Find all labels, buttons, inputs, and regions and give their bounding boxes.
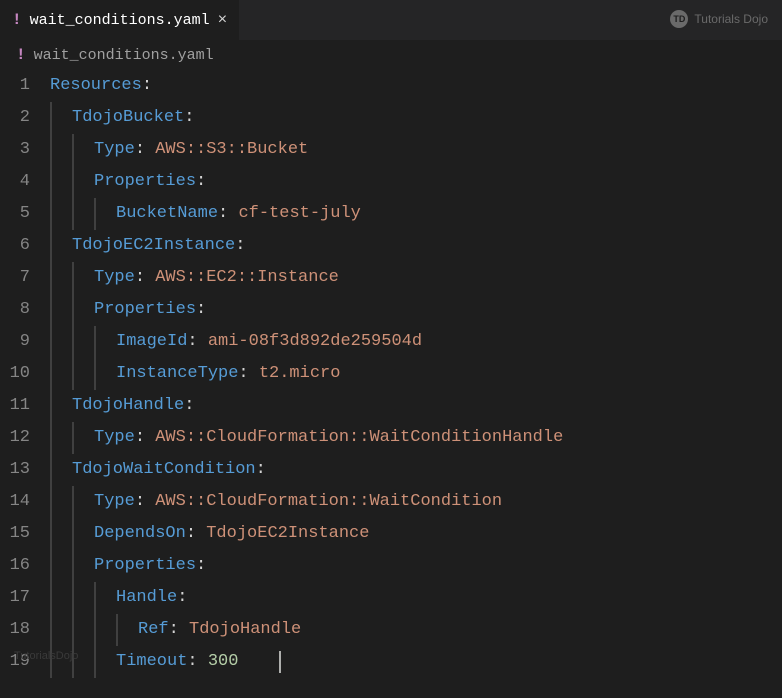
code-line: 13 TdojoWaitCondition: — [0, 454, 782, 486]
line-number: 13 — [0, 454, 50, 486]
line-number: 1 — [0, 70, 50, 102]
tab-active[interactable]: ! wait_conditions.yaml × — [0, 0, 239, 40]
line-number: 15 — [0, 518, 50, 550]
line-number: 6 — [0, 230, 50, 262]
line-number: 12 — [0, 422, 50, 454]
code-line: 19 Timeout: 300 — [0, 646, 782, 678]
watermark-bottom: TutorialsDojo — [14, 640, 78, 672]
line-number: 4 — [0, 166, 50, 198]
code-line: 18 Ref: TdojoHandle — [0, 614, 782, 646]
code-line: 6 TdojoEC2Instance: — [0, 230, 782, 262]
code-line: 3 Type: AWS::S3::Bucket — [0, 134, 782, 166]
close-icon[interactable]: × — [218, 11, 228, 29]
code-line: 15 DependsOn: TdojoEC2Instance — [0, 518, 782, 550]
watermark-text: Tutorials Dojo — [694, 12, 768, 26]
code-editor[interactable]: 1 Resources: 2 TdojoBucket: 3 Type: AWS:… — [0, 70, 782, 678]
line-number: 5 — [0, 198, 50, 230]
code-line: 8 Properties: — [0, 294, 782, 326]
code-line: 11 TdojoHandle: — [0, 390, 782, 422]
yaml-file-icon: ! — [12, 11, 22, 29]
line-number: 7 — [0, 262, 50, 294]
code-line: 7 Type: AWS::EC2::Instance — [0, 262, 782, 294]
code-line: 5 BucketName: cf-test-july — [0, 198, 782, 230]
line-number: 14 — [0, 486, 50, 518]
line-number: 2 — [0, 102, 50, 134]
line-number: 9 — [0, 326, 50, 358]
line-number: 3 — [0, 134, 50, 166]
watermark-badge-icon: TD — [670, 10, 688, 28]
watermark: TD Tutorials Dojo — [670, 10, 768, 28]
code-line: 4 Properties: — [0, 166, 782, 198]
breadcrumb[interactable]: ! wait_conditions.yaml — [0, 40, 782, 70]
tab-bar: ! wait_conditions.yaml × TD Tutorials Do… — [0, 0, 782, 40]
code-line: 14 Type: AWS::CloudFormation::WaitCondit… — [0, 486, 782, 518]
code-line: 2 TdojoBucket: — [0, 102, 782, 134]
line-number: 8 — [0, 294, 50, 326]
code-line: 1 Resources: — [0, 70, 782, 102]
code-line: 12 Type: AWS::CloudFormation::WaitCondit… — [0, 422, 782, 454]
text-cursor — [279, 651, 281, 673]
line-number: 16 — [0, 550, 50, 582]
line-number: 11 — [0, 390, 50, 422]
line-number: 17 — [0, 582, 50, 614]
line-number: 10 — [0, 358, 50, 390]
code-line: 9 ImageId: ami-08f3d892de259504d — [0, 326, 782, 358]
breadcrumb-filename: wait_conditions.yaml — [34, 47, 214, 64]
tab-filename: wait_conditions.yaml — [30, 12, 210, 29]
code-line: 17 Handle: — [0, 582, 782, 614]
code-line: 16 Properties: — [0, 550, 782, 582]
code-line: 10 InstanceType: t2.micro — [0, 358, 782, 390]
yaml-file-icon: ! — [16, 46, 26, 64]
